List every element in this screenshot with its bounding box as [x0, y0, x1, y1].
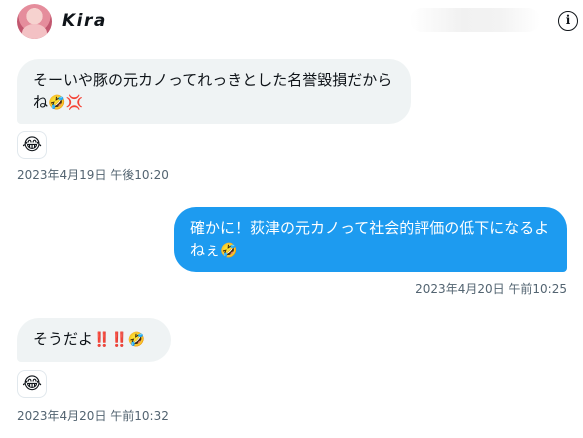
blurred-header-area: [410, 8, 540, 32]
reaction-emoji[interactable]: 😂: [17, 131, 47, 159]
message-bubble-received[interactable]: そーいや豚の元カノってれっきとした名誉毀損だから ね🤣💢: [17, 59, 411, 124]
emoji: 🤣: [220, 243, 238, 259]
message-bubble-received[interactable]: そうだよ‼️‼️🤣: [17, 318, 171, 362]
message-text: そーいや豚の元カノってれっきとした名誉毀損だから: [33, 71, 393, 89]
message-text: 確かに！荻津の元カノって社会的評価の低下になるよ: [190, 219, 550, 237]
message-text: そうだよ: [33, 330, 94, 348]
message-timestamp: 2023年4月19日 午後10:20: [17, 168, 169, 182]
message-bubble-sent[interactable]: 確かに！荻津の元カノって社会的評価の低下になるよ ねぇ🤣: [174, 207, 567, 272]
message-text: ねぇ🤣: [190, 241, 238, 259]
message-timestamp: 2023年4月20日 午前10:32: [17, 409, 169, 423]
avatar[interactable]: [17, 4, 52, 39]
message-text: ね🤣💢: [33, 93, 83, 111]
conversation-header: Kira i: [0, 0, 583, 46]
emoji: 🤣💢: [48, 95, 83, 111]
emoji: ‼️‼️🤣: [93, 332, 146, 348]
info-icon[interactable]: i: [558, 11, 578, 31]
message-timestamp: 2023年4月20日 午前10:25: [415, 282, 567, 296]
username[interactable]: Kira: [62, 11, 107, 31]
reaction-emoji[interactable]: 😂: [17, 370, 47, 398]
